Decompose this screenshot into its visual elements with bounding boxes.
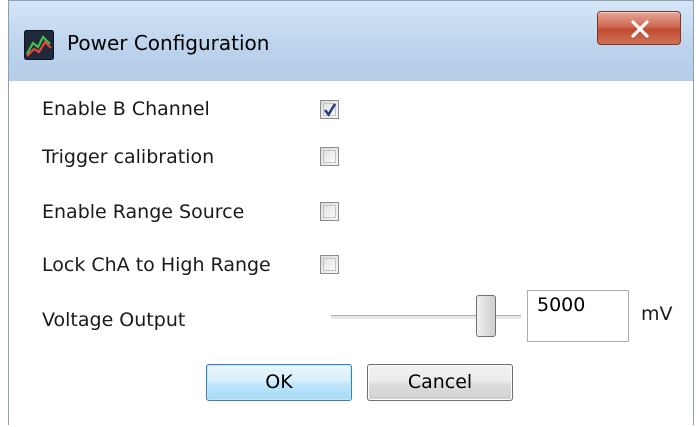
enable-b-channel-checkbox[interactable] — [320, 100, 339, 119]
trigger-calibration-checkbox[interactable] — [320, 147, 339, 166]
chart-app-icon — [24, 30, 54, 60]
window-title: Power Configuration — [67, 31, 270, 55]
cancel-button[interactable]: Cancel — [367, 364, 513, 401]
voltage-input-value: 5000 — [537, 294, 586, 316]
enable-range-source-checkbox[interactable] — [320, 202, 339, 221]
close-button[interactable] — [597, 11, 681, 45]
lock-cha-high-range-checkbox[interactable] — [320, 255, 339, 274]
voltage-slider-thumb[interactable] — [475, 295, 496, 337]
trigger-calibration-label: Trigger calibration — [42, 146, 215, 168]
enable-b-channel-label: Enable B Channel — [42, 98, 210, 120]
dialog-content: Enable B Channel Trigger calibration Ena… — [9, 81, 693, 426]
lock-cha-high-range-label: Lock ChA to High Range — [42, 254, 271, 276]
title-bar[interactable]: Power Configuration — [9, 1, 693, 81]
voltage-output-label: Voltage Output — [42, 309, 186, 331]
close-icon — [631, 20, 649, 38]
power-configuration-dialog: Power Configuration Enable B Channel Tri… — [8, 0, 694, 426]
ok-button[interactable]: OK — [206, 364, 352, 401]
checkmark-icon — [323, 103, 337, 117]
enable-range-source-label: Enable Range Source — [42, 201, 245, 223]
voltage-unit-label: mV — [641, 303, 673, 325]
